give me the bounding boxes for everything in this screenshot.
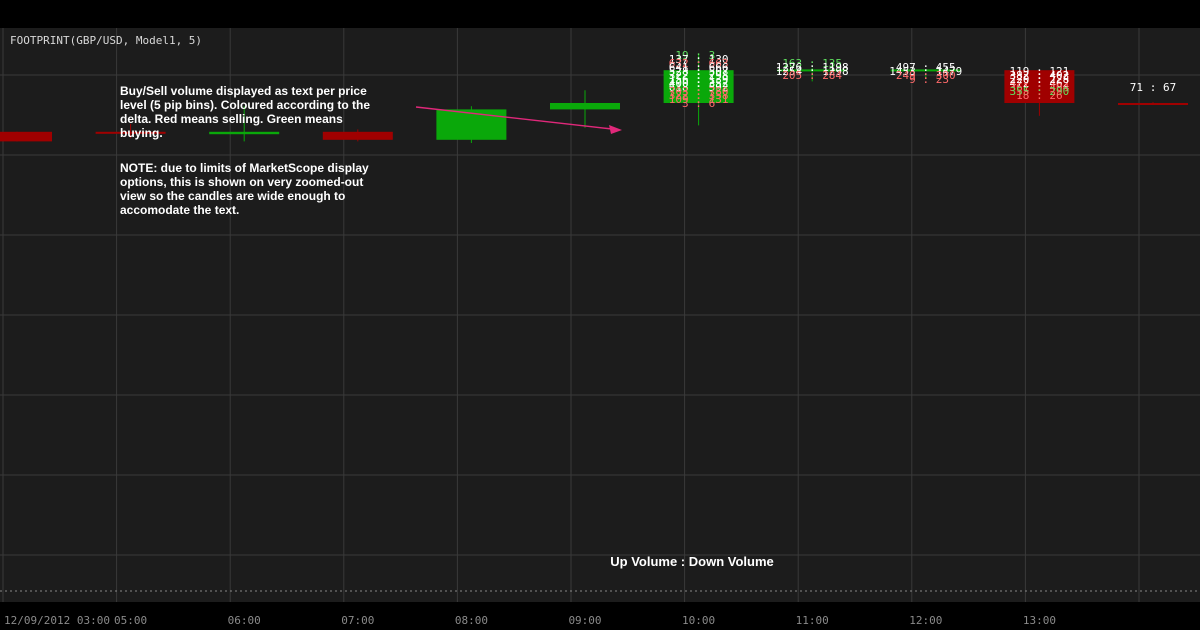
description-line-2: delta. Red means selling. Green means	[120, 112, 343, 126]
footprint-up-9-6: 18	[1016, 89, 1029, 102]
x-tick-8: 12:00	[909, 614, 942, 627]
footprint-down-9-6: 26	[1049, 89, 1062, 102]
candle-body-4	[436, 109, 507, 140]
note-line-2: view so the candles are wide enough to	[120, 189, 345, 203]
x-tick-7: 11:00	[796, 614, 829, 627]
footprint-up-6-12: 3	[682, 97, 689, 110]
x-tick-1: 05:00	[114, 614, 147, 627]
chart-title: FOOTPRINT(GBP/USD, Model1, 5)	[10, 34, 202, 47]
footprint-sep-8-3: :	[922, 73, 929, 86]
footprint-sep-10-0: :	[1150, 81, 1157, 94]
x-tick-9: 13:00	[1023, 614, 1056, 627]
x-tick-5: 09:00	[568, 614, 601, 627]
x-tick-4: 08:00	[455, 614, 488, 627]
note-line-3: accomodate the text.	[120, 203, 239, 217]
x-tick-3: 07:00	[341, 614, 374, 627]
x-tick-0: 12/09/2012 03:00	[4, 614, 110, 627]
footprint-down-7-3: 284	[822, 69, 842, 82]
footprint-up-10-0: 71	[1130, 81, 1143, 94]
x-tick-2: 06:00	[228, 614, 261, 627]
candle-body-2	[209, 131, 280, 135]
note-line-0: NOTE: due to limits of MarketScope displ…	[120, 161, 369, 175]
candle-body-10	[1118, 103, 1188, 105]
description-line-0: Buy/Sell volume displayed as text per pr…	[120, 84, 367, 98]
candle-body-0	[0, 131, 52, 142]
description-line-3: buying.	[120, 126, 163, 140]
footprint-down-10-0: 67	[1163, 81, 1176, 94]
footprint-down-6-12: 6	[709, 97, 716, 110]
footprint-sep-7-3: :	[809, 69, 816, 82]
footprint-down-8-3: 23	[936, 73, 949, 86]
volume-label: Up Volume : Down Volume	[610, 554, 773, 569]
x-tick-6: 10:00	[682, 614, 715, 627]
footprint-chart: 19:3137:130632:663641:666528:507322:2981…	[0, 0, 1200, 630]
footprint-up-7-3: 205	[782, 69, 802, 82]
candle-body-3	[322, 131, 393, 140]
footprint-sep-9-6: :	[1036, 89, 1043, 102]
candle-body-5	[550, 103, 620, 110]
note-line-1: options, this is shown on very zoomed-ou…	[120, 175, 363, 189]
footprint-up-8-3: 9	[909, 73, 916, 86]
footprint-sep-6-12: :	[695, 97, 702, 110]
description-line-1: level (5 pip bins). Coloured according t…	[120, 98, 370, 112]
